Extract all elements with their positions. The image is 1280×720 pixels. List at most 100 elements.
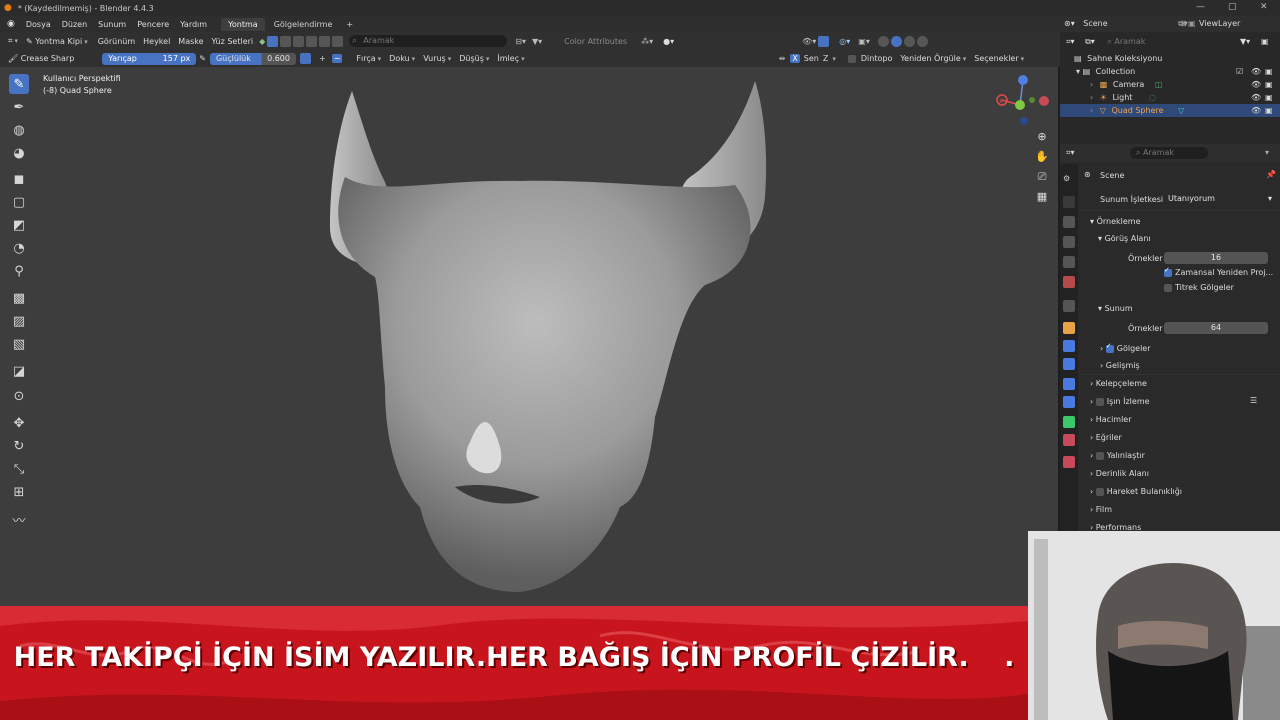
- properties-options-icon[interactable]: ▾: [1265, 148, 1269, 157]
- view-layer-icon[interactable]: ⧉▾: [1178, 16, 1188, 32]
- pan-icon[interactable]: ✋: [1034, 149, 1050, 165]
- radius-pressure-icon[interactable]: ✎: [199, 54, 206, 63]
- proportional-icon[interactable]: ⁂▾: [641, 37, 653, 46]
- outliner-search[interactable]: ⌕ Aramak: [1107, 37, 1145, 46]
- properties-editor-icon[interactable]: ⌗▾: [1066, 148, 1075, 158]
- scene-name[interactable]: Scene: [1083, 19, 1107, 28]
- temporal-reprojection-checkbox[interactable]: Zamansal Yeniden Proj...: [1164, 266, 1273, 277]
- view-layer-tab-icon[interactable]: [1063, 236, 1075, 248]
- select-mode-3-icon[interactable]: [332, 35, 344, 47]
- display-mode-icon[interactable]: ⧉▾: [1085, 37, 1095, 46]
- shading-solid-icon[interactable]: [890, 35, 902, 47]
- volumes-panel[interactable]: › Hacimler: [1090, 415, 1132, 424]
- data-tab-icon[interactable]: [1063, 416, 1075, 428]
- menu-sculpt[interactable]: Heykel: [143, 37, 170, 46]
- funnel-icon[interactable]: ▼▾: [532, 37, 542, 46]
- render-samples-field[interactable]: 64: [1164, 322, 1268, 334]
- shading-wireframe-icon[interactable]: [877, 35, 889, 47]
- menu-help[interactable]: Yardım: [180, 20, 207, 29]
- menu-view[interactable]: Görünüm: [98, 37, 135, 46]
- expand-icon[interactable]: ›: [1090, 93, 1093, 102]
- constraints-tab-icon[interactable]: [1063, 396, 1075, 408]
- camera-visibility-icon[interactable]: 👁: [1251, 78, 1261, 91]
- brush-selector[interactable]: 🖌 Crease Sharp: [8, 54, 74, 63]
- properties-search[interactable]: ⌕ Aramak: [1130, 147, 1208, 159]
- particles-tab-icon[interactable]: [1063, 358, 1075, 370]
- curves-panel[interactable]: › Eğriler: [1090, 433, 1122, 442]
- 3d-viewport[interactable]: Kullanıcı Perspektifi (-8) Quad Sphere: [0, 67, 1058, 607]
- close-icon[interactable]: ✕: [1260, 2, 1268, 12]
- radius-field[interactable]: Yarıçap 157 px: [102, 52, 197, 65]
- blender-menu-icon[interactable]: ◉: [7, 19, 15, 29]
- collection-tab-icon[interactable]: [1063, 300, 1075, 312]
- color-attributes-dropdown[interactable]: Color Attributes: [564, 37, 627, 46]
- tool-tab-icon[interactable]: ⚙: [1063, 174, 1075, 186]
- world-tab-icon[interactable]: [1063, 276, 1075, 288]
- expand-icon[interactable]: ▾: [1076, 67, 1080, 76]
- menu-cursor[interactable]: İmleç ▾: [497, 54, 524, 63]
- expand-icon[interactable]: ›: [1090, 80, 1093, 89]
- render-tab-icon[interactable]: [1063, 196, 1075, 208]
- menu-mask[interactable]: Maske: [178, 37, 203, 46]
- box-face-set-icon[interactable]: ▧: [9, 334, 29, 354]
- texture-tab-icon[interactable]: [1063, 456, 1075, 468]
- draw-sharp-brush-icon[interactable]: ✒: [9, 97, 29, 117]
- rotate-tool-icon[interactable]: ↻: [9, 436, 29, 456]
- fill-brush-icon[interactable]: ◩: [9, 215, 29, 235]
- move-tool-icon[interactable]: ✥: [9, 413, 29, 433]
- shading-rendered-icon[interactable]: [916, 35, 928, 47]
- list-icon[interactable]: ☰: [1250, 396, 1257, 405]
- menu-falloff[interactable]: Düşüş ▾: [459, 54, 489, 63]
- render-engine-dropdown[interactable]: Utanıyorum ▾: [1164, 193, 1276, 205]
- clay-brush-icon[interactable]: ◍: [9, 120, 29, 140]
- annotate-tool-icon[interactable]: 〰: [9, 509, 29, 529]
- minimize-icon[interactable]: —: [1196, 2, 1205, 12]
- transform-tool-icon[interactable]: ⊞: [9, 482, 29, 502]
- symmetry-x-toggle[interactable]: X: [790, 54, 800, 63]
- symmetry-z-toggle[interactable]: Z: [823, 54, 828, 63]
- scale-tool-icon[interactable]: ⤡: [9, 459, 29, 479]
- menu-edit[interactable]: Düzen: [62, 20, 87, 29]
- dyntopo-checkbox[interactable]: [847, 54, 856, 63]
- grid-view-icon[interactable]: ▦: [1034, 189, 1050, 205]
- scene-collection-row[interactable]: ▤ Sahne Koleksiyonu: [1060, 52, 1280, 65]
- remesh-menu[interactable]: Yeniden Örgüle ▾: [900, 54, 966, 63]
- light-render-icon[interactable]: ▣: [1265, 91, 1273, 104]
- outliner-mode-icon[interactable]: ⌗▾: [1066, 37, 1075, 46]
- maximize-icon[interactable]: ▢: [1228, 2, 1237, 12]
- tab-shading[interactable]: Gölgelendirme: [267, 18, 340, 31]
- shadows-subpanel[interactable]: › Gölgeler: [1100, 342, 1151, 354]
- raytracing-panel[interactable]: › Işın İzleme: [1090, 397, 1150, 406]
- shading-material-icon[interactable]: [903, 35, 915, 47]
- collection-row[interactable]: ▾ ▤ Collection ☑ 👁 ▣: [1060, 65, 1280, 78]
- sampling-panel[interactable]: ▾ Örnekleme: [1090, 217, 1141, 226]
- expand-icon[interactable]: ›: [1090, 106, 1093, 115]
- strength-field[interactable]: Güçlülük 0.600: [209, 52, 296, 65]
- quad-sphere-row[interactable]: › ▽ Quad Sphere ▽ 👁 ▣: [1060, 104, 1280, 117]
- film-panel[interactable]: › Film: [1090, 505, 1112, 514]
- light-row[interactable]: › ☀ Light ◌ 👁 ▣: [1060, 91, 1280, 104]
- draw-brush-icon[interactable]: ✎: [9, 74, 29, 94]
- header-search-input[interactable]: ⌕ Aramak: [349, 35, 508, 47]
- outliner-filter-icon[interactable]: ▼▾: [1240, 35, 1250, 49]
- physics-tab-icon[interactable]: [1063, 378, 1075, 390]
- camera-row[interactable]: › ▩ Camera ◫ 👁 ▣: [1060, 78, 1280, 91]
- inflate-brush-icon[interactable]: ◕: [9, 143, 29, 163]
- visibility-icon[interactable]: 👁▾: [802, 37, 816, 46]
- select-circle-icon[interactable]: [293, 35, 305, 47]
- viewport-subpanel[interactable]: ▾ Görüş Alanı: [1098, 234, 1151, 243]
- jitter-shadows-checkbox[interactable]: Titrek Gölgeler: [1164, 283, 1234, 292]
- editor-type-icon[interactable]: ⌗ ▾: [8, 36, 18, 46]
- menu-render[interactable]: Sunum: [98, 20, 126, 29]
- flatten-brush-icon[interactable]: ▢: [9, 192, 29, 212]
- overlay-icon[interactable]: ◎▾: [839, 37, 850, 46]
- depth-of-field-panel[interactable]: › Derinlik Alanı: [1090, 469, 1149, 478]
- mask-brush-icon[interactable]: ▩: [9, 288, 29, 308]
- add-workspace-button[interactable]: +: [339, 18, 360, 31]
- navigation-gizmo[interactable]: x: [992, 72, 1052, 132]
- pin-icon[interactable]: 📌: [1266, 170, 1276, 179]
- collection-visibility-icon[interactable]: 👁: [1251, 65, 1261, 78]
- camera-view-icon[interactable]: ⎚: [1034, 169, 1050, 185]
- filter-icon[interactable]: ⊟▾: [515, 37, 526, 46]
- collection-render-icon[interactable]: ▣: [1265, 65, 1273, 78]
